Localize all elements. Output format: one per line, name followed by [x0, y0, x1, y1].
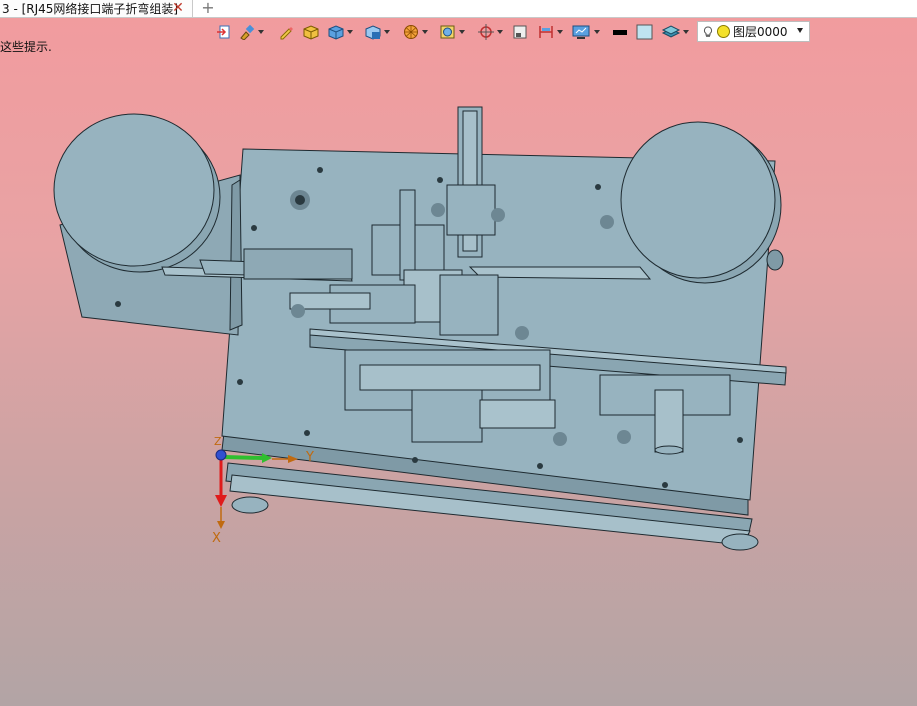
z-axis-label: Z	[214, 435, 222, 448]
x-axis-label: X	[212, 531, 221, 546]
cube-icon[interactable]	[327, 22, 353, 42]
y-axis-label: Y	[306, 450, 314, 465]
square-icon[interactable]	[512, 22, 528, 42]
box-solid-icon[interactable]	[302, 22, 320, 42]
layer-name: 图层0000	[733, 25, 788, 39]
color-light-swatch[interactable]	[636, 22, 654, 42]
layer-color-icon[interactable]	[717, 25, 730, 38]
lightbulb-icon[interactable]	[702, 25, 714, 38]
document-tab[interactable]: 3 - [RJ45网络接口端子折弯组装] ✕	[0, 0, 193, 17]
chevron-down-icon[interactable]	[797, 28, 803, 33]
brush-icon[interactable]	[238, 22, 264, 42]
display-icon[interactable]	[572, 22, 600, 42]
document-tab-title: 3 - [RJ45网络接口端子折弯组装]	[2, 2, 179, 16]
dimension-icon[interactable]	[537, 22, 563, 42]
origin-icon[interactable]	[477, 22, 503, 42]
3d-viewport[interactable]: X Y Z	[0, 45, 917, 706]
close-tab-icon[interactable]: ✕	[170, 0, 186, 17]
face-icon[interactable]	[439, 22, 465, 42]
exit-sketch-icon[interactable]	[216, 22, 232, 42]
color-black-swatch[interactable]	[612, 22, 628, 42]
document-tab-bar: 3 - [RJ45网络接口端子折弯组装] ✕ +	[0, 0, 917, 18]
view-toolbar: 图层0000	[210, 20, 810, 44]
render-ball-icon[interactable]	[402, 22, 428, 42]
layer-stack-icon[interactable]	[661, 22, 689, 42]
add-tab-icon[interactable]: +	[200, 0, 216, 17]
cube-view-icon[interactable]	[364, 22, 390, 42]
machine-model	[53, 106, 787, 551]
layer-dropdown[interactable]: 图层0000	[697, 21, 810, 42]
pencil-icon[interactable]	[278, 22, 294, 42]
